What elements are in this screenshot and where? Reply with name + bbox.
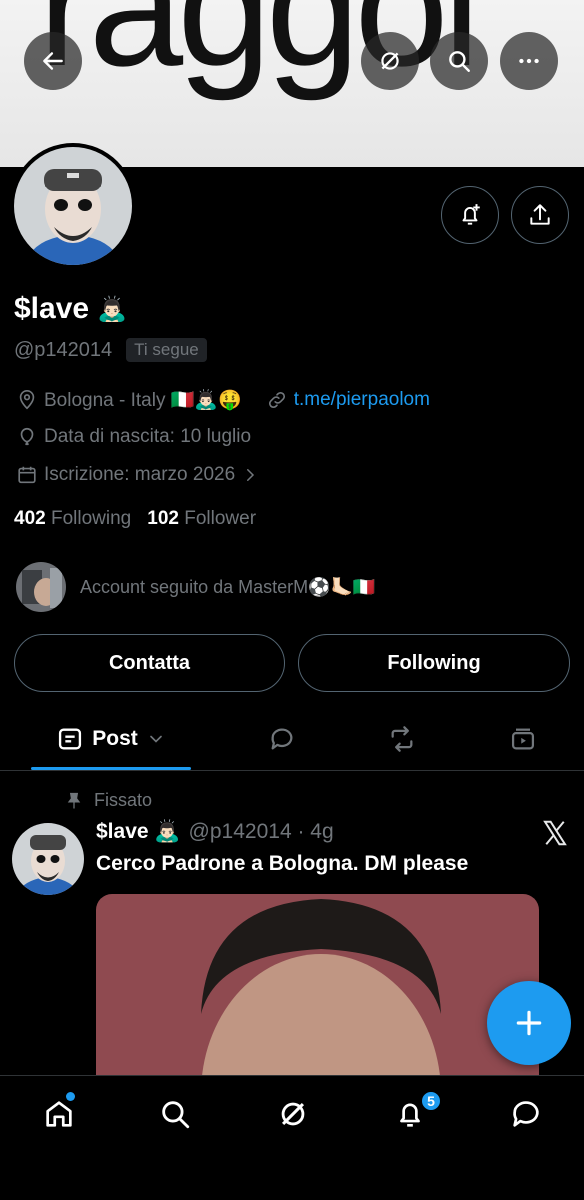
location-pin-icon [19,390,35,410]
follower-label: Follower [184,508,257,529]
back-button[interactable] [24,32,82,90]
home-unread-dot [66,1092,75,1101]
share-icon [530,204,550,225]
video-icon [511,728,535,750]
repost-icon [391,726,413,752]
profile-name: $lave 🙇🏻‍♂️ [14,292,127,326]
tab-replies[interactable] [262,708,302,770]
share-button[interactable] [511,186,569,244]
tab-post-label: Post [92,727,138,750]
search-icon [449,51,470,72]
profile-tabs: Post [0,708,584,770]
profile-handle: @p142014 [14,338,113,361]
follows-you-badge: Ti segue [126,338,207,362]
follower-count-link[interactable]: 102 Follower [147,508,256,530]
post-media-image[interactable] [96,894,539,1094]
chevron-right-icon [247,469,255,481]
arrow-left-icon [43,52,63,70]
profile-name-emoji: 🙇🏻‍♂️ [97,295,127,323]
profile-birthdate: Data di nascita: 10 luglio [44,426,252,447]
post-author-name[interactable]: $lave 🙇🏻‍♂️ [96,820,181,844]
more-button[interactable] [500,32,558,90]
grok-icon [381,52,399,70]
chat-bubble-icon [513,1101,539,1127]
profile-avatar[interactable] [10,143,136,269]
nav-messages[interactable] [506,1094,546,1134]
bottom-nav: 5 [0,1075,584,1200]
tabs-divider [0,770,584,771]
plus-icon [516,1010,542,1036]
following-button[interactable]: Following [298,634,570,692]
notify-button[interactable] [441,186,499,244]
grok-button[interactable] [361,32,419,90]
chevron-down-icon [149,735,162,743]
tab-post[interactable]: Post [31,708,191,770]
meta-joined-row[interactable]: Iscrizione: marzo 2026 [16,464,259,486]
following-count-link[interactable]: 402 Following [14,508,131,530]
calendar-icon [18,466,36,484]
notifications-badge: 5 [420,1090,442,1112]
x-logo-icon [543,820,567,846]
pin-icon [67,792,81,808]
search-icon [162,1101,190,1129]
bell-plus-icon [462,204,480,225]
follower-avatar [16,562,66,612]
handle-row: @p142014 Ti segue [14,338,207,362]
post-meta: @p142014 · 4g [188,820,334,843]
post-text: Cerco Padrone a Bologna. DM please [96,852,469,875]
home-icon [46,1101,72,1127]
post-author-avatar[interactable] [12,823,84,895]
contact-button[interactable]: Contatta [14,634,285,692]
link-icon [268,391,285,409]
profile-name-text: $lave [14,292,90,325]
tab-reposts[interactable] [382,708,422,770]
profile-link[interactable]: t.me/pierpaolom [294,389,430,411]
post-header: $lave 🙇🏻‍♂️ @p142014 · 4g [96,820,334,844]
more-icon [519,58,539,64]
follow-counts: 402 Following 102 Follower [14,508,256,530]
nav-grok[interactable] [273,1094,313,1134]
balloon-icon [20,427,34,446]
following-label: Following [50,508,132,529]
follower-count: 102 [147,508,179,529]
avatar-image [14,147,132,265]
reply-icon [271,728,293,750]
profile-location: Bologna - Italy 🇮🇹🙇🏻‍♂️🤑 [44,390,242,411]
search-button[interactable] [430,32,488,90]
following-count: 402 [14,508,46,529]
profile-joined: Iscrizione: marzo 2026 [44,464,236,485]
pinned-label: Fissato [94,790,153,810]
post-icon [59,728,82,750]
compose-button[interactable] [487,981,571,1065]
meta-location-row: Bologna - Italy 🇮🇹🙇🏻‍♂️🤑 t.me/pierpaolom [16,388,430,412]
profile-banner[interactable]: raggol [0,0,584,167]
followed-by-row[interactable]: Account seguito da MasterM⚽️🦶🏻🇮🇹 [16,562,375,612]
followed-by-text: Account seguito da MasterM⚽️🦶🏻🇮🇹 [80,576,376,597]
meta-birth-row: Data di nascita: 10 luglio [16,426,251,448]
nav-search[interactable] [155,1094,195,1134]
pinned-label-row: Fissato [64,790,152,811]
grok-icon [281,1102,305,1126]
tab-media[interactable] [503,708,543,770]
